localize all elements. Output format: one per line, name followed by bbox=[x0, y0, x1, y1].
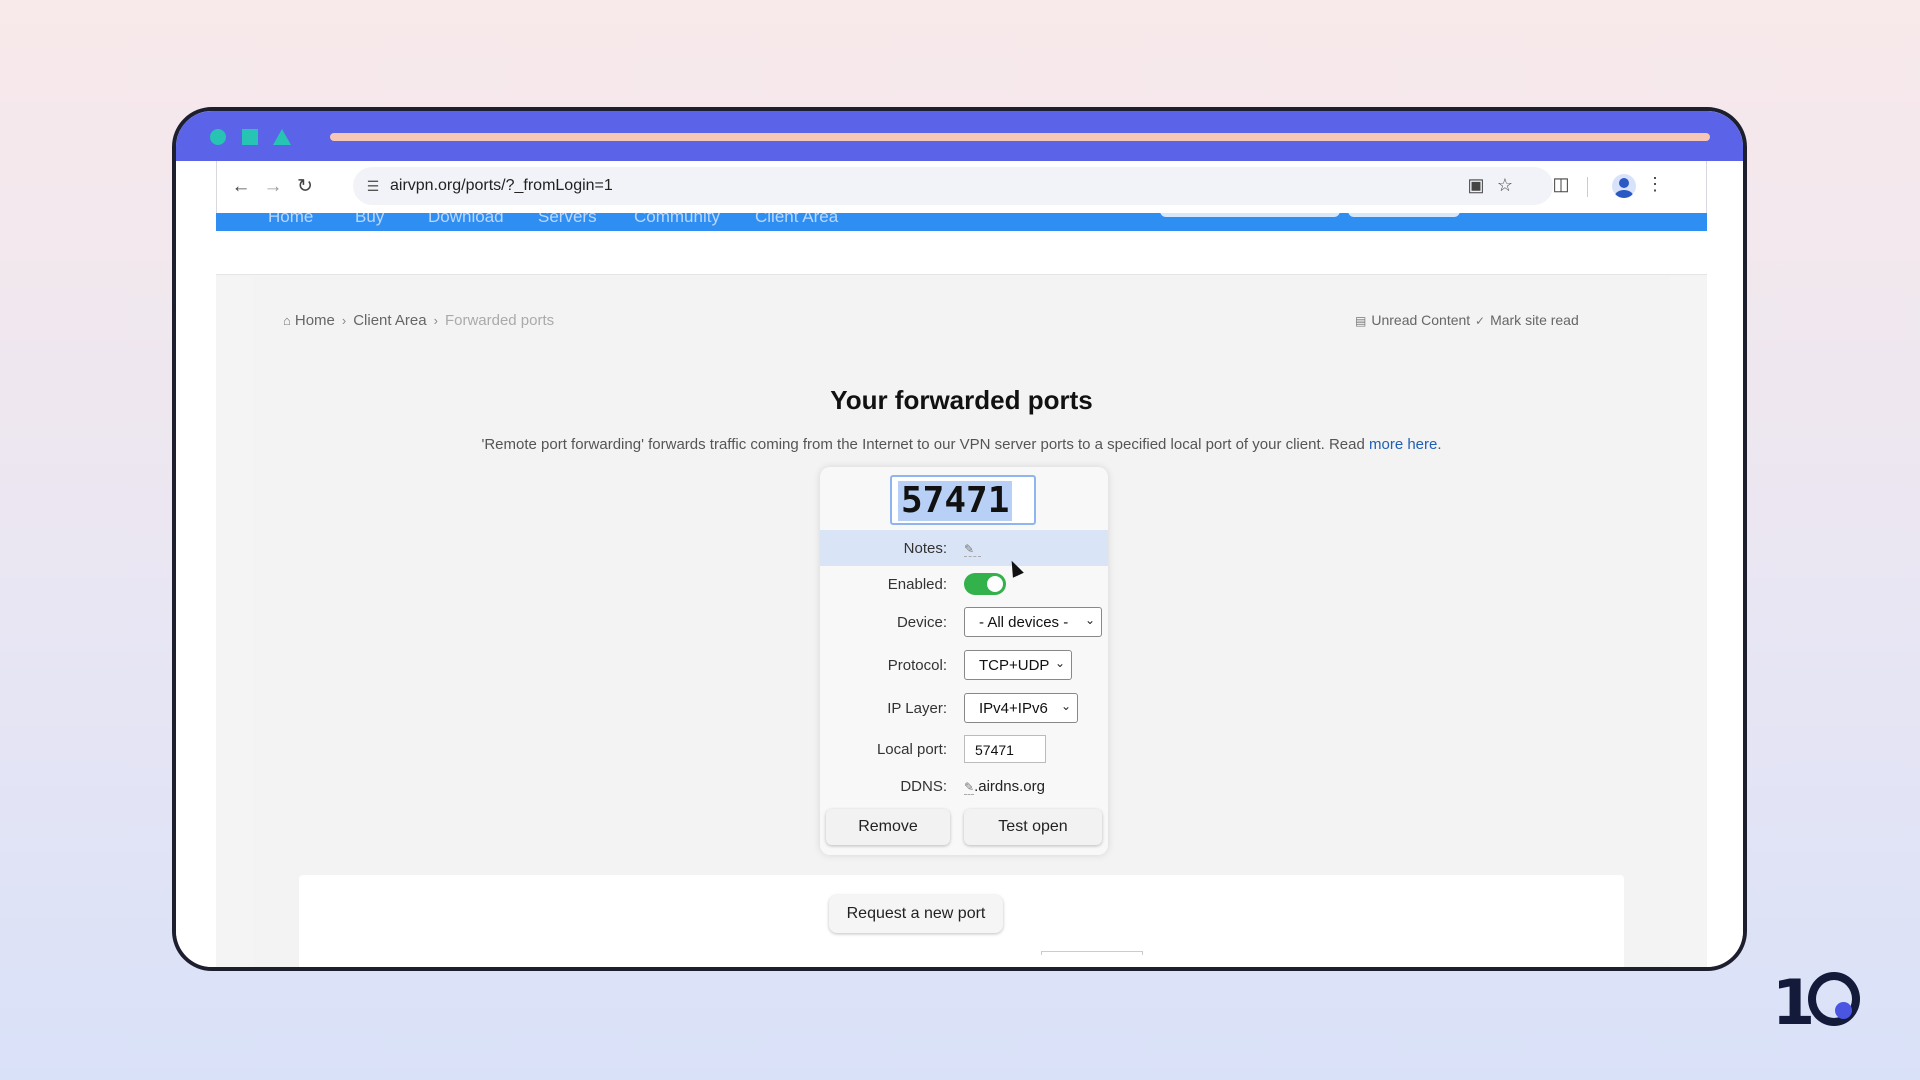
remove-button[interactable]: Remove bbox=[826, 809, 950, 845]
enabled-label: Enabled: bbox=[887, 576, 947, 593]
description-period: . bbox=[1437, 436, 1442, 453]
nav-item-home[interactable]: Home bbox=[268, 213, 313, 227]
nav-item-client-area[interactable]: Client Area bbox=[755, 213, 838, 227]
ddns-value[interactable]: ✎.airdns.org bbox=[964, 778, 1045, 795]
address-bar[interactable]: ☰ airvpn.org/ports/?_fromLogin=1 ▣ ☆ bbox=[353, 167, 1553, 205]
enabled-toggle[interactable] bbox=[964, 573, 1006, 595]
pencil-icon[interactable]: ✎ bbox=[964, 780, 975, 795]
notes-label: Notes: bbox=[903, 540, 947, 557]
breadcrumb-client-area[interactable]: Client Area bbox=[353, 312, 426, 329]
protocol-row: Protocol: TCP+UDP ⌄ bbox=[820, 647, 1108, 683]
ddns-label: DDNS: bbox=[900, 778, 947, 795]
partial-element bbox=[1041, 951, 1143, 955]
local-port-row: Local port: 57471 bbox=[820, 731, 1108, 767]
url-text[interactable]: airvpn.org/ports/?_fromLogin=1 bbox=[390, 177, 613, 195]
chevron-down-icon: ⌄ bbox=[1060, 699, 1071, 713]
device-row: Device: - All devices - ⌄ bbox=[820, 604, 1108, 640]
port-number-field[interactable]: 57471 bbox=[890, 475, 1036, 525]
device-select[interactable]: - All devices - ⌄ bbox=[964, 607, 1102, 637]
notes-row: Notes: ✎ bbox=[820, 530, 1108, 566]
request-new-port-button[interactable]: Request a new port bbox=[829, 895, 1003, 933]
unread-content-label: Unread Content bbox=[1371, 312, 1471, 328]
ddns-row: DDNS: ✎.airdns.org bbox=[820, 768, 1108, 804]
back-arrow-icon[interactable]: ← bbox=[229, 175, 253, 199]
bookmark-star-icon[interactable]: ☆ bbox=[1493, 175, 1517, 196]
site-navbar: Home Buy Download Servers Community Clie… bbox=[216, 213, 1707, 231]
notes-edit[interactable]: ✎ bbox=[964, 540, 981, 557]
frame-top-bar bbox=[176, 111, 1743, 161]
nav-item-buy[interactable]: Buy bbox=[355, 213, 384, 227]
extensions-icon[interactable]: ◫ bbox=[1548, 174, 1574, 195]
brand-logo-dot bbox=[1835, 1002, 1852, 1019]
browser-toolbar: ← → ↻ ☰ airvpn.org/ports/?_fromLogin=1 ▣… bbox=[216, 161, 1707, 213]
breadcrumb: ⌂ Home › Client Area › Forwarded ports bbox=[283, 312, 554, 329]
enabled-row: Enabled: bbox=[820, 566, 1108, 602]
content-area: ⌂ Home › Client Area › Forwarded ports ▤ Unrea… bbox=[253, 275, 1670, 967]
page-title: Your forwarded ports bbox=[830, 385, 1093, 415]
port-number[interactable]: 57471 bbox=[898, 481, 1013, 521]
protocol-label: Protocol: bbox=[887, 657, 947, 674]
nav-item-download[interactable]: Download bbox=[428, 213, 504, 227]
device-label: Device: bbox=[896, 614, 947, 631]
mark-site-read-label: Mark site read bbox=[1490, 312, 1579, 328]
more-here-link[interactable]: more here bbox=[1369, 436, 1437, 453]
local-port-input[interactable]: 57471 bbox=[964, 735, 1046, 763]
check-icon: ✓ bbox=[1475, 314, 1486, 328]
newspaper-icon: ▤ bbox=[1355, 314, 1367, 328]
breadcrumb-separator: › bbox=[341, 313, 347, 328]
profile-avatar-icon[interactable] bbox=[1612, 174, 1636, 198]
brand-logo-ring bbox=[1808, 972, 1860, 1026]
home-icon: ⌂ bbox=[283, 313, 291, 328]
site-settings-icon[interactable]: ☰ bbox=[363, 176, 383, 196]
toolbar-separator bbox=[1587, 177, 1588, 197]
mark-site-read-link[interactable]: ✓ Mark site read bbox=[1475, 312, 1579, 328]
protocol-select[interactable]: TCP+UDP ⌄ bbox=[964, 650, 1072, 680]
topbar-decoration bbox=[330, 133, 1710, 141]
breadcrumb-separator: › bbox=[433, 313, 438, 328]
device-value: - All devices - bbox=[979, 614, 1069, 631]
nav-search-field[interactable] bbox=[1160, 213, 1340, 217]
install-app-icon[interactable]: ▣ bbox=[1464, 175, 1488, 196]
breadcrumb-current: Forwarded ports bbox=[444, 312, 555, 329]
test-open-button[interactable]: Test open bbox=[964, 809, 1102, 845]
breadcrumb-home[interactable]: Home bbox=[295, 312, 335, 329]
ip-layer-label: IP Layer: bbox=[887, 700, 947, 717]
page-area: ⌂ Home › Client Area › Forwarded ports ▤ Unrea… bbox=[216, 231, 1707, 967]
page-header-strip bbox=[216, 231, 1707, 275]
square-shape-icon bbox=[242, 129, 258, 145]
local-port-label: Local port: bbox=[876, 741, 947, 758]
chevron-down-icon: ⌄ bbox=[1054, 656, 1065, 670]
protocol-value: TCP+UDP bbox=[979, 657, 1050, 674]
browser-frame: ← → ↻ ☰ airvpn.org/ports/?_fromLogin=1 ▣… bbox=[172, 107, 1747, 971]
ip-layer-row: IP Layer: IPv4+IPv6 ⌄ bbox=[820, 690, 1108, 726]
brand-logo-icon: 1 bbox=[1772, 966, 1872, 1039]
kebab-menu-icon[interactable]: ⋮ bbox=[1642, 174, 1668, 195]
circle-shape-icon bbox=[210, 129, 226, 145]
nav-account-button[interactable] bbox=[1348, 213, 1460, 217]
nav-item-servers[interactable]: Servers bbox=[538, 213, 597, 227]
page-description: 'Remote port forwarding' forwards traffi… bbox=[253, 436, 1670, 453]
port-card: 57471 Notes: ✎ Enabled: Device: - All de… bbox=[820, 467, 1108, 855]
ddns-domain: .airdns.org bbox=[974, 778, 1045, 795]
frame-side-right bbox=[1703, 161, 1743, 967]
request-panel: Request a new port bbox=[299, 875, 1624, 967]
chevron-down-icon: ⌄ bbox=[1084, 613, 1095, 627]
pencil-icon[interactable]: ✎ bbox=[964, 542, 981, 557]
reload-icon[interactable]: ↻ bbox=[293, 175, 317, 199]
unread-content-link[interactable]: ▤ Unread Content bbox=[1355, 312, 1470, 328]
ip-layer-value: IPv4+IPv6 bbox=[979, 700, 1048, 717]
ip-layer-select[interactable]: IPv4+IPv6 ⌄ bbox=[964, 693, 1078, 723]
description-text: 'Remote port forwarding' forwards traffi… bbox=[481, 436, 1369, 453]
triangle-shape-icon bbox=[273, 129, 291, 145]
nav-item-community[interactable]: Community bbox=[634, 213, 720, 227]
frame-side-left bbox=[176, 161, 216, 967]
forward-arrow-icon[interactable]: → bbox=[261, 175, 285, 199]
